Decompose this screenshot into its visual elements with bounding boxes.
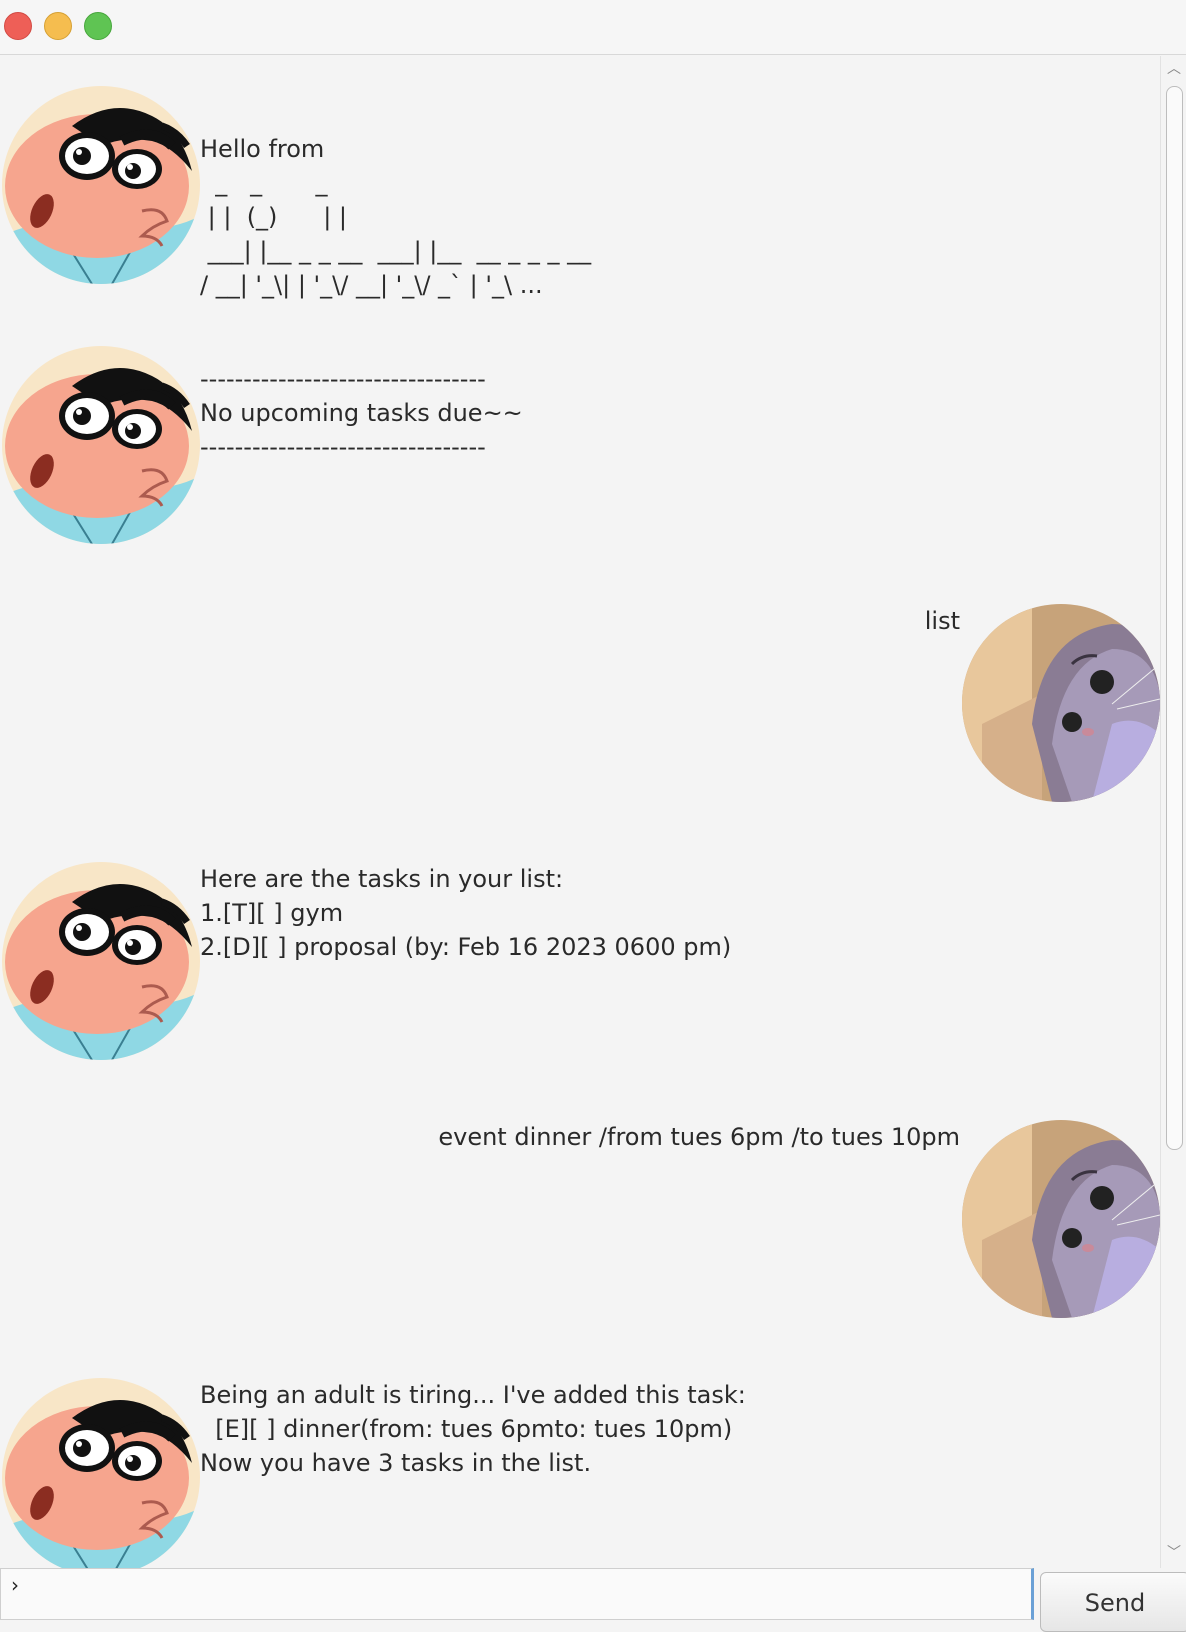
maximize-window-button[interactable] [84,12,112,40]
send-button[interactable]: Send [1040,1572,1186,1632]
scroll-thumb[interactable] [1166,86,1183,1150]
user-message: list [0,604,1160,804]
scroll-down-icon[interactable]: ﹀ [1165,1546,1183,1560]
scroll-up-icon[interactable]: ︿ [1165,62,1183,76]
message-input[interactable]: › [0,1568,1034,1620]
message-text: --------------------------------- No upc… [200,365,523,461]
close-window-button[interactable] [4,12,32,40]
bot-message: Hello from _ _ _ | | (_) | | ___| |__ _ … [0,86,1160,299]
bot-message: --------------------------------- No upc… [0,346,1160,546]
message-text: Hello from _ _ _ | | (_) | | ___| |__ _ … [200,135,592,299]
bot-message: Being an adult is tiring... I've added t… [0,1378,1160,1568]
message-text: Here are the tasks in your list: 1.[T][ … [200,865,732,961]
bot-avatar [2,1378,200,1568]
title-bar [0,0,1186,55]
chat-scroll-pane[interactable]: Hello from _ _ _ | | (_) | | ___| |__ _ … [0,56,1160,1568]
message-text: event dinner /from tues 6pm /to tues 10p… [438,1123,960,1151]
message-text: Being an adult is tiring... I've added t… [200,1381,746,1477]
user-avatar [962,604,1160,802]
user-message: event dinner /from tues 6pm /to tues 10p… [0,1120,1160,1320]
bot-avatar [2,862,200,1060]
user-avatar [962,1120,1160,1318]
message-text: list [924,607,960,635]
minimize-window-button[interactable] [44,12,72,40]
bot-message: Here are the tasks in your list: 1.[T][ … [0,862,1160,1062]
bot-avatar [2,346,200,544]
input-row: › Send [0,1568,1186,1632]
bot-avatar [2,86,200,284]
vertical-scrollbar[interactable]: ︿ ﹀ [1160,56,1186,1568]
